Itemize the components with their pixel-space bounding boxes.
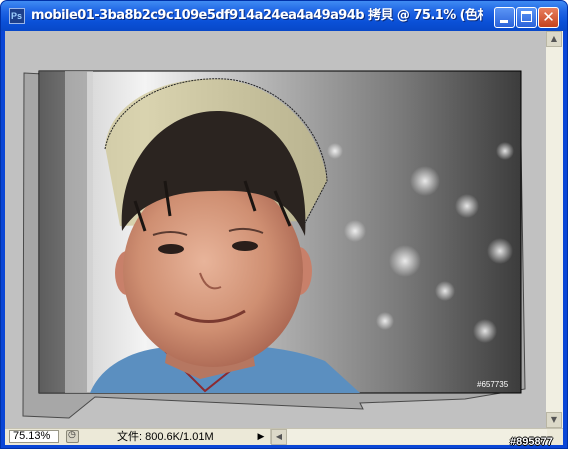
horizontal-scrollbar[interactable]: ◀ [270,429,547,445]
scroll-left-button[interactable]: ◀ [271,429,287,445]
watermark-label: #895877 [510,436,553,448]
left-arrow-icon: ◀ [275,432,283,441]
vertical-scrollbar[interactable]: ▲ ▼ [546,31,563,428]
status-menu-arrow-icon[interactable]: ▶ [254,430,268,444]
zoom-level-field[interactable]: 75.13% [9,430,59,443]
canvas-pasteboard[interactable]: #657735 [5,31,546,428]
photo-tag: #657735 [477,380,509,389]
canvas-svg: #657735 [22,70,526,419]
down-arrow-icon: ▼ [550,415,558,424]
clock-icon: ◷ [68,430,76,440]
close-button[interactable]: ✕ [538,7,559,28]
app-icon-label: Ps [11,11,23,21]
photo-image [38,70,522,394]
maximize-button[interactable] [516,7,537,28]
status-bar: 75.13% ◷ 文件: 800.6K/1.01M ▶ ◀ [5,428,563,445]
document-window: Ps mobile01-3ba8b2c9c109e5df914a24ea4a49… [0,0,568,449]
minimize-button[interactable] [494,7,515,28]
window-client-area: #657735 ▲ ▼ 75.13% ◷ 文件: 800.6K/1.01M ▶ … [5,31,563,445]
close-icon: ✕ [542,8,555,26]
photoshop-app-icon[interactable]: Ps [9,8,25,24]
document-size-info: 文件: 800.6K/1.01M [117,431,214,443]
scroll-down-button[interactable]: ▼ [546,412,562,428]
scroll-up-button[interactable]: ▲ [546,31,562,47]
minimize-icon [500,20,508,23]
status-info-button[interactable]: ◷ [66,430,79,443]
maximize-icon [521,11,532,22]
up-arrow-icon: ▲ [550,34,558,43]
title-bar[interactable]: Ps mobile01-3ba8b2c9c109e5df914a24ea4a49… [1,1,567,31]
window-title: mobile01-3ba8b2c9c109e5df914a24ea4a49a94… [31,8,483,23]
